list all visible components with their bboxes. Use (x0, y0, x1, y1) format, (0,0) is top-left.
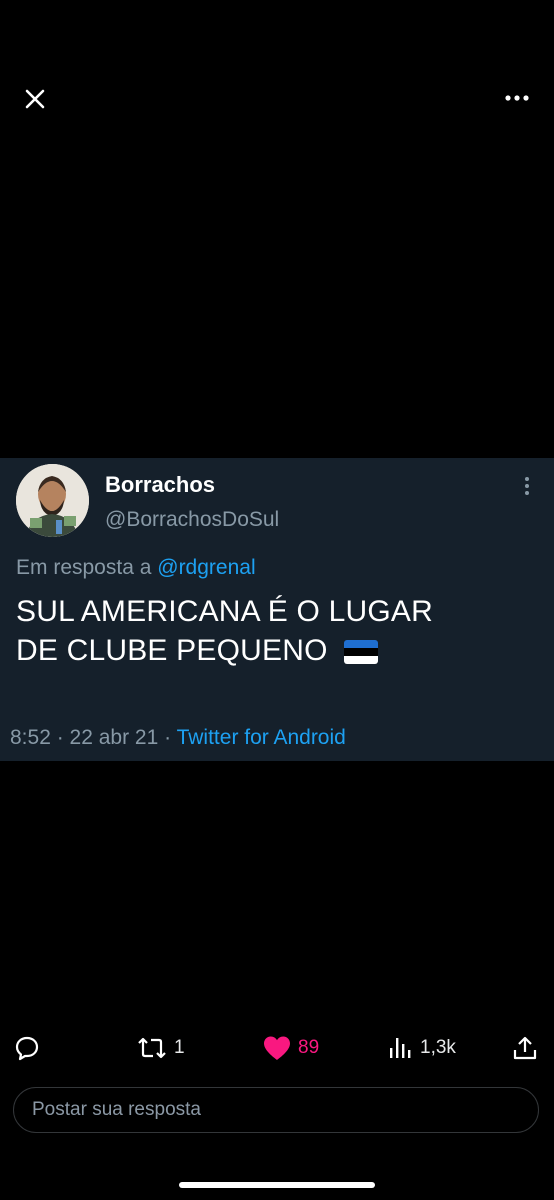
tweet-meta: 8:52 · 22 abr 21 · Twitter for Android (10, 726, 346, 750)
retweet-count: 1 (174, 1037, 185, 1058)
home-indicator[interactable] (179, 1182, 375, 1188)
retweet-icon (138, 1037, 166, 1059)
views-count: 1,3k (420, 1037, 456, 1058)
user-handle[interactable]: @BorrachosDoSul (105, 508, 279, 532)
tweet-card: Borrachos @BorrachosDoSul Em resposta a … (0, 458, 554, 761)
share-button[interactable] (512, 1028, 538, 1068)
separator-dot: · (164, 726, 177, 749)
more-horizontal-icon (505, 95, 529, 101)
separator-dot: · (56, 726, 70, 749)
tweet-time: 8:52 (10, 726, 51, 749)
reply-prefix: Em resposta a (16, 556, 152, 579)
action-bar: 1 89 1,3k (0, 1028, 554, 1068)
like-button[interactable]: 89 (262, 1028, 319, 1068)
tweet-source-link[interactable]: Twitter for Android (177, 726, 346, 749)
tweet-text-line: SUL AMERICANA É O LUGAR (16, 595, 433, 628)
heart-icon (264, 1036, 290, 1060)
close-button[interactable] (22, 86, 48, 112)
retweet-button[interactable]: 1 (136, 1028, 185, 1068)
tweet-menu-icon (524, 476, 534, 498)
tweet-text-line: DE CLUBE PEQUENO (16, 634, 328, 667)
tweet-text-line-with-flag: DE CLUBE PEQUENO (16, 631, 516, 670)
reply-mention-link[interactable]: @rdgrenal (157, 556, 255, 579)
comment-icon (15, 1036, 39, 1061)
like-count: 89 (298, 1037, 320, 1058)
close-icon (25, 89, 45, 109)
tweet-date: 22 abr 21 (69, 726, 159, 749)
reply-context: Em resposta a @rdgrenal (16, 556, 256, 580)
reply-composer[interactable] (13, 1087, 539, 1133)
views-bar-chart-icon (390, 1038, 411, 1058)
estonia-flag-emoji-icon (344, 640, 379, 665)
avatar[interactable] (16, 464, 89, 537)
reply-input[interactable] (30, 1098, 522, 1122)
views-button[interactable]: 1,3k (388, 1028, 456, 1068)
display-name[interactable]: Borrachos (105, 472, 215, 498)
tweet-text: SUL AMERICANA É O LUGAR DE CLUBE PEQUENO (16, 592, 516, 670)
reply-button[interactable] (14, 1028, 40, 1068)
share-icon (513, 1036, 537, 1060)
more-options-button[interactable] (502, 88, 532, 108)
